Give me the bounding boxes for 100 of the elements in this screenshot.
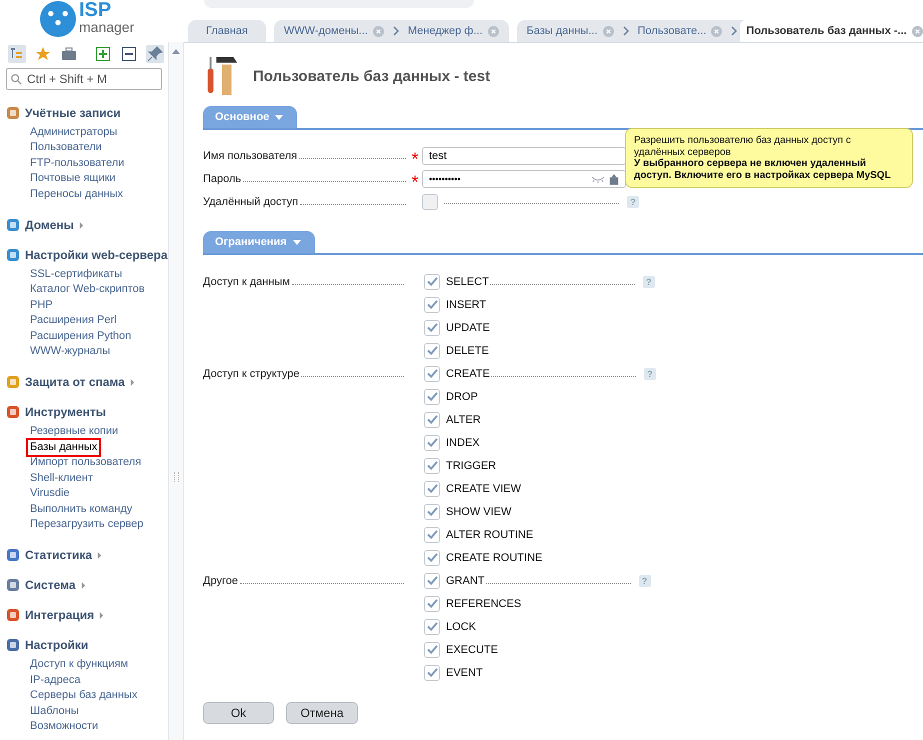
checkbox[interactable]	[424, 572, 440, 588]
tools-icon	[6, 405, 20, 420]
menu-item[interactable]: Shell-клиент	[30, 470, 93, 486]
menu-item[interactable]: Расширения Perl	[30, 313, 117, 329]
caret-icon	[292, 240, 301, 244]
arrow-icon	[97, 552, 102, 559]
menu-item[interactable]: WWW-журналы	[30, 344, 110, 360]
close-icon[interactable]	[912, 26, 923, 36]
checkbox-label: CREATE ROUTINE	[446, 552, 542, 564]
checkbox[interactable]	[424, 596, 440, 612]
menu-item[interactable]: Выполнить команду	[30, 502, 132, 517]
cancel-button[interactable]: Отмена	[286, 702, 358, 724]
arrow-icon	[80, 582, 86, 589]
input-field[interactable]: test	[422, 146, 626, 164]
tab[interactable]: Пользовате...	[632, 20, 728, 42]
pin-icon[interactable]	[146, 45, 164, 63]
close-icon[interactable]	[488, 26, 499, 36]
briefcase-icon[interactable]	[60, 45, 78, 63]
menu-section[interactable]: Защита от спама	[6, 375, 168, 390]
tab[interactable]: Пользователь баз данных -...	[740, 20, 923, 42]
expand-icon[interactable]	[94, 45, 112, 63]
checkbox[interactable]	[424, 618, 440, 634]
checkbox[interactable]	[424, 366, 440, 382]
checkbox[interactable]	[424, 458, 440, 474]
checkbox-label: ALTER ROUTINE	[446, 528, 534, 540]
checkbox[interactable]	[424, 296, 440, 312]
search-field[interactable]: Ctrl + Shift + M	[6, 68, 162, 90]
checkbox[interactable]	[424, 664, 440, 680]
checkbox-label: GRANT	[446, 574, 484, 586]
splitter-handle[interactable]	[174, 472, 179, 482]
menu-item[interactable]: Шаблоны	[30, 704, 79, 719]
logo-text: ISP	[79, 1, 112, 20]
password-field[interactable]: ••••••••••	[422, 170, 626, 188]
menu-section[interactable]: Интеграция	[6, 608, 168, 622]
tab[interactable]: Базы данны...	[520, 20, 620, 42]
checkbox[interactable]	[422, 194, 438, 210]
menu-item[interactable]: Резервные копии	[30, 424, 118, 440]
close-icon[interactable]	[602, 26, 614, 36]
checkbox-label: DROP	[446, 390, 478, 402]
scroll-up-icon[interactable]	[172, 48, 180, 54]
eye-icon[interactable]	[591, 174, 605, 182]
checkbox[interactable]	[424, 504, 440, 520]
ok-button[interactable]: Ok	[203, 702, 274, 724]
checkbox[interactable]	[424, 480, 440, 496]
checkbox[interactable]	[424, 550, 440, 566]
menu-item[interactable]: Серверы баз данных	[30, 688, 138, 704]
menu-item[interactable]: IP-адреса	[30, 672, 80, 688]
arrow-icon	[130, 378, 135, 386]
menu-item[interactable]: Перезагрузить сервер	[30, 516, 144, 532]
checkbox[interactable]	[424, 526, 440, 542]
checkbox-label: SHOW VIEW	[446, 506, 512, 518]
section-icon	[6, 375, 20, 390]
menu-section[interactable]: Система	[6, 578, 168, 592]
required-mark: *	[410, 172, 420, 186]
menu-item[interactable]: Каталог Web-скриптов	[30, 282, 145, 298]
collapse-icon[interactable]	[120, 45, 138, 63]
menu-section[interactable]: Настройки web-сервера	[6, 248, 168, 262]
menu-item[interactable]: SSL-сертификаты	[30, 267, 122, 282]
menu-item[interactable]: Расширения Python	[30, 328, 132, 344]
generate-icon[interactable]	[609, 172, 619, 184]
checkbox[interactable]	[424, 342, 440, 358]
checkbox-label: EXECUTE	[446, 644, 498, 656]
section-icon	[6, 578, 20, 592]
menu-section[interactable]: Настройки	[6, 638, 168, 652]
section-icon	[6, 106, 20, 120]
menu-item[interactable]: Пользователи	[30, 140, 102, 156]
checkbox-label: CREATE VIEW	[446, 482, 521, 494]
menu-item[interactable]: Доступ к функциям	[30, 657, 128, 673]
close-icon[interactable]	[372, 26, 384, 36]
menu-item[interactable]: FTP-пользователи	[30, 156, 124, 172]
menu-item[interactable]: Возможности	[30, 718, 98, 734]
checkbox[interactable]	[424, 642, 440, 658]
tab[interactable]: Менеджер ф...	[402, 20, 505, 42]
menu-item[interactable]: Переносы данных	[30, 186, 124, 202]
menu-section[interactable]: Инструменты	[6, 405, 168, 420]
menu-item[interactable]: Администраторы	[30, 125, 118, 140]
checkbox-label: UPDATE	[446, 322, 490, 334]
menu-section[interactable]: Домены	[6, 218, 168, 232]
checkbox[interactable]	[424, 434, 440, 450]
close-icon[interactable]	[711, 26, 722, 36]
checkbox[interactable]	[424, 388, 440, 404]
field-label: Имя пользователя	[203, 150, 298, 162]
menu-item[interactable]: PHP	[30, 298, 53, 314]
checkbox-label: REFERENCES	[446, 598, 522, 610]
checkbox[interactable]	[424, 274, 440, 290]
tab[interactable]: WWW-домены...	[278, 20, 390, 42]
tree-icon[interactable]	[8, 45, 26, 63]
star-icon[interactable]	[34, 45, 52, 63]
menu-item[interactable]: Virusdie	[30, 486, 70, 502]
menu-item[interactable]: Базы данных	[28, 440, 100, 456]
required-mark: *	[410, 148, 420, 162]
menu-section[interactable]: Учётные записи	[6, 106, 168, 120]
section-icon	[6, 548, 20, 562]
checkbox[interactable]	[424, 320, 440, 336]
menu-item[interactable]: Почтовые ящики	[30, 171, 116, 187]
menu-item[interactable]: Импорт пользователя	[30, 455, 142, 471]
checkbox[interactable]	[424, 412, 440, 428]
checkbox-label: ALTER	[446, 414, 481, 426]
checkbox-label: LOCK	[446, 620, 476, 632]
menu-section[interactable]: Статистика	[6, 548, 168, 562]
